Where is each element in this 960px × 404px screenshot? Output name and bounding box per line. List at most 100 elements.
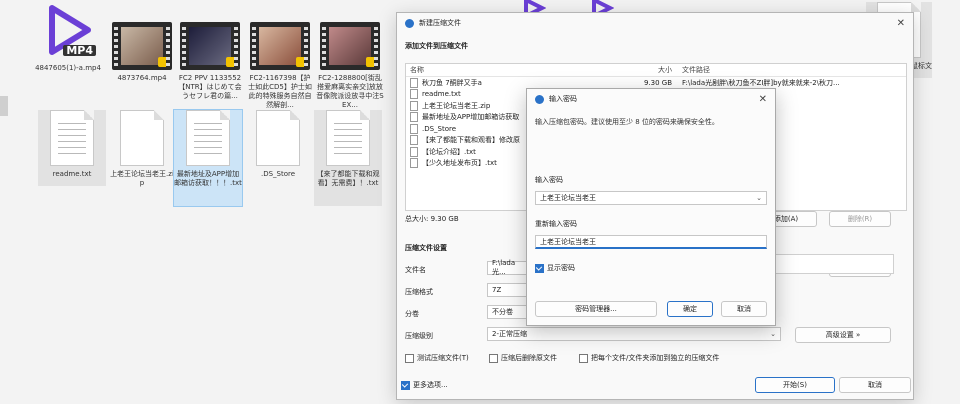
start-button[interactable]: 开始(S) [755,377,835,393]
reenter-password-input[interactable]: 上老王论坛当老王 [535,235,767,249]
file-icon [410,100,418,111]
dialog-titlebar: 输入密码 ✕ [527,89,775,109]
file-name-text: 【论坛介绍】.txt [422,147,476,156]
file-row-path: F:\lada光剧胖\秋刀鱼不ZI胖]by就来就来-2\秋刀... [682,78,840,87]
file-icon [410,135,418,146]
file-row[interactable]: 秋刀鱼 7酮胖又手a 9.30 GB F:\lada光剧胖\秋刀鱼不ZI胖]by就来… [406,77,906,89]
test-archive-checkbox[interactable]: 测试压缩文件(T) [405,353,469,363]
file-caption: 【来了都能下载和观看】无需费】！.txt [316,170,380,187]
split-select[interactable]: 不分卷 [487,305,527,319]
file-tile-video[interactable]: FC2-1167398【护士如此CD5】护士如此的特殊服务自然自然解剖... [246,22,314,110]
reenter-password-label: 重新输入密码 [535,220,577,228]
zip-file-icon [120,110,164,166]
file-name-input[interactable]: F:\lada光... [487,259,527,276]
section-title: 添加文件到压缩文件 [405,42,468,50]
format-select[interactable]: 7Z [487,283,527,297]
file-tile-video[interactable]: 4873764.mp4 [108,22,176,83]
more-options-checkbox[interactable]: 更多选项... [401,380,448,390]
file-tile-video[interactable]: FC2 PPV 1133552 【NTR】はじめて会うセフレ君の篇... [176,22,244,101]
background-panel [774,254,894,274]
file-name-text: readme.txt [422,90,461,99]
close-icon[interactable]: ✕ [759,94,767,105]
chevron-down-icon: ⌄ [770,330,776,338]
file-tile-mp4[interactable]: MP4 4847605(1)-a.mp4 [24,2,112,73]
level-select[interactable]: 2-正常压缩 ⌄ [487,327,781,341]
split-label: 分卷 [405,310,419,318]
file-tile-text[interactable]: readme.txt [38,110,106,186]
file-tile-text-selected[interactable]: 最新地址及APP增加邮箱访获取！！！.txt [173,109,243,207]
file-caption: FC2 PPV 1133552 【NTR】はじめて会うセフレ君の篇... [178,74,242,100]
file-caption: FC2-1288800[街乱搭爱麻离实亲交]放放音像院派设放寻中注SEX... [316,74,384,109]
file-caption: 4847605(1)-a.mp4 [35,64,101,72]
checkbox-label: 显示密码 [547,264,575,272]
cancel-button[interactable]: 取消 [839,377,911,393]
video-thumbnail-icon [180,22,240,70]
file-list-header: 名称 大小 文件路径 [406,64,906,77]
file-name-text: 秋刀鱼 7酮胖又手a [422,78,482,87]
file-name-label: 文件名 [405,266,426,274]
enter-password-dialog: 输入密码 ✕ 输入压缩包密码。建议使用至少 8 位的密码来确保安全性。 输入密码… [526,88,776,326]
scrollbar-thumb[interactable] [0,96,8,116]
file-icon [410,89,418,100]
level-label: 压缩级别 [405,332,433,340]
file-caption: 4873764.mp4 [117,74,167,82]
checkbox[interactable] [405,353,414,363]
ok-button[interactable]: 确定 [667,301,713,317]
checkbox[interactable] [489,353,498,363]
enter-password-input[interactable]: 上老王论坛当老王 ⌄ [535,191,767,205]
close-icon[interactable]: ✕ [897,18,905,29]
file-caption: 最新地址及APP增加邮箱访获取！！！.txt [174,170,242,187]
app-logo-icon [535,94,544,104]
checkbox-label: 把每个文件/文件夹添加到独立的压缩文件 [591,354,720,362]
password-value: 上老王论坛当老王 [540,237,596,246]
dialog-title: 输入密码 [549,95,577,103]
text-file-icon [186,110,230,166]
chevron-down-icon[interactable]: ⌄ [756,194,762,202]
file-name-text: 【来了都能下载和观看】修改原 [422,136,520,145]
checkbox-checked[interactable] [401,380,410,390]
file-caption: .DS_Store [260,170,296,178]
column-size[interactable]: 大小 [642,65,672,75]
file-tile-video[interactable]: FC2-1288800[街乱搭爱麻离实亲交]放放音像院派设放寻中注SEX... [316,22,384,110]
file-name-text: 最新地址及APP增加邮箱访获取 [422,113,520,122]
column-name[interactable]: 名称 [406,65,642,75]
file-tile-text[interactable]: 【来了都能下载和观看】无需费】！.txt [314,110,382,206]
remove-button[interactable]: 删除(R) [829,211,891,227]
video-thumbnail-icon [250,22,310,70]
level-value: 2-正常压缩 [492,330,527,338]
options-header: 压缩文件设置 [405,244,447,252]
checkbox[interactable] [579,353,588,363]
video-file-icon: MP4 [40,2,96,58]
separate-archive-checkbox[interactable]: 把每个文件/文件夹添加到独立的压缩文件 [579,353,719,363]
file-tile-generic[interactable]: .DS_Store [244,110,312,179]
dialog-titlebar: 新建压缩文件 ✕ [397,13,913,33]
delete-source-checkbox[interactable]: 压缩后删除原文件 [489,353,557,363]
cancel-button[interactable]: 取消 [721,301,767,317]
format-label: 压缩格式 [405,288,433,296]
file-icon [410,112,418,123]
file-name-text: 【少久地址发布页】.txt [422,159,497,168]
video-thumbnail-icon [112,22,172,70]
file-row-name: 秋刀鱼 7酮胖又手a [406,77,642,88]
file-caption: 上老王论坛当老王.zip [110,170,174,187]
file-caption: FC2-1167398【护士如此CD5】护士如此的特殊服务自然自然解剖... [248,74,312,109]
enter-password-label: 输入密码 [535,176,563,184]
file-icon [410,146,418,157]
checkbox-label: 测试压缩文件(T) [417,354,469,362]
checkbox-label: 更多选项... [413,381,448,389]
file-tile-zip[interactable]: 上老王论坛当老王.zip [108,110,176,188]
show-password-checkbox[interactable]: 显示密码 [535,263,575,273]
checkbox-checked[interactable] [535,263,544,273]
file-icon [410,158,418,169]
text-file-icon [326,110,370,166]
file-icon [410,77,418,88]
file-name-text: 上老王论坛当老王.zip [422,101,491,110]
column-path[interactable]: 文件路径 [672,65,906,75]
advanced-settings-button[interactable]: 高级设置 » [795,327,891,343]
file-name-value: F:\lada光... [492,259,516,276]
app-logo-icon [405,18,414,28]
file-name-text: .DS_Store [422,124,457,133]
text-file-icon [50,110,94,166]
password-manager-button[interactable]: 密码管理器... [535,301,657,317]
password-value: 上老王论坛当老王 [540,194,596,202]
